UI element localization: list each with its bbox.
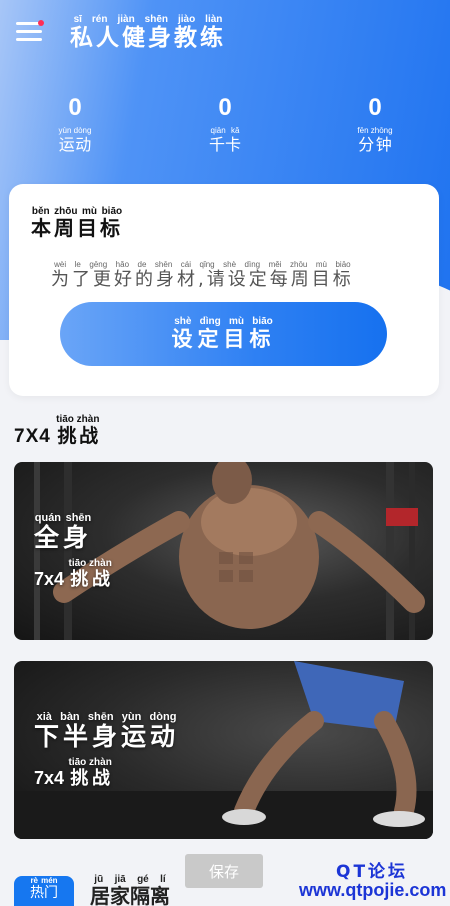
- stat-label-text: 运动: [58, 135, 92, 154]
- card-name-text: 下半身运动: [34, 722, 180, 751]
- challenge-card-full-body[interactable]: 全身quán shēn 7x4 挑战tiāo zhàn: [14, 462, 433, 640]
- card-name: 全身quán shēn: [34, 512, 112, 554]
- stat-value: 0: [218, 94, 232, 121]
- card-subtitle: 7x4 挑战tiāo zhàn: [34, 558, 112, 591]
- app-title-text: 私人健身教练: [70, 25, 226, 51]
- stat-label: 运动yùn dòng: [0, 126, 150, 155]
- stat-value: 0: [368, 94, 382, 121]
- app-title: 私人健身教练sī rén jiàn shēn jiào liàn: [70, 14, 226, 52]
- menu-line-icon: [16, 30, 42, 33]
- stat-label: 千卡qiān kǎ: [150, 126, 300, 155]
- card-name-text: 全身: [34, 523, 93, 552]
- card-title: 下半身运动xià bàn shēn yùn dòng 7x4 挑战tiāo zh…: [34, 711, 179, 790]
- stat-calories: 0 千卡qiān kǎ: [150, 94, 300, 155]
- watermark-url: www.qtpojie.com: [299, 880, 447, 900]
- card-sub-text: 挑战: [68, 768, 112, 789]
- card-name-pinyin: quán shēn: [34, 512, 93, 524]
- stat-label: 分钟fēn zhōng: [300, 126, 450, 155]
- goal-title-text: 本周目标: [31, 216, 123, 240]
- goal-description-text: 为了更好的身材,请设定每周目标: [51, 269, 354, 290]
- watermark-forum-name: QT论坛: [336, 862, 409, 882]
- challenge-section-title: 7X4 挑战tiāo zhàn: [14, 414, 99, 448]
- goal-description: 为了更好的身材,请设定每周目标wèi le gēng hǎo de shēn c…: [51, 260, 354, 291]
- card-sub-pinyin: tiāo zhàn: [68, 757, 112, 768]
- card-title: 全身quán shēn 7x4 挑战tiāo zhàn: [34, 512, 112, 591]
- stat-label-pinyin: yùn dòng: [58, 126, 92, 135]
- stats-row: 0 运动yùn dòng 0 千卡qiān kǎ 0 分钟fēn zhōng: [0, 94, 450, 155]
- card-sub-text: 挑战: [68, 569, 112, 590]
- goal-description-pinyin: wèi le gēng hǎo de shēn cái qǐng shè dìn…: [51, 260, 354, 269]
- card-sub-pinyin: tiāo zhàn: [68, 558, 112, 569]
- goal-title: 本周目标běn zhōu mù biāo: [31, 206, 123, 241]
- home-quarantine-heading: 居家隔离jū jiā gé lí: [90, 874, 170, 906]
- section-prefix: 7X4: [14, 426, 51, 447]
- notification-dot: [38, 20, 44, 26]
- goal-title-pinyin: běn zhōu mù biāo: [31, 206, 123, 217]
- stat-value: 0: [68, 94, 82, 121]
- card-subtitle: 7x4 挑战tiāo zhàn: [34, 757, 179, 790]
- hot-tag-pinyin: rè mén: [30, 876, 58, 885]
- stat-minutes: 0 分钟fēn zhōng: [300, 94, 450, 155]
- save-button[interactable]: 保存: [185, 854, 263, 888]
- set-goal-pinyin: shè dìng mù biāo: [171, 315, 276, 327]
- home-quarantine-pinyin: jū jiā gé lí: [90, 874, 170, 885]
- card-name-pinyin: xià bàn shēn yùn dòng: [34, 711, 180, 723]
- stat-label-text: 分钟: [357, 135, 393, 154]
- challenge-card-lower-body[interactable]: 下半身运动xià bàn shēn yùn dòng 7x4 挑战tiāo zh…: [14, 661, 433, 839]
- menu-line-icon: [16, 38, 42, 41]
- app-title-pinyin: sī rén jiàn shēn jiào liàn: [70, 14, 226, 25]
- weekly-goal-card: 本周目标běn zhōu mù biāo 为了更好的身材,请设定每周目标wèi …: [9, 184, 439, 396]
- home-quarantine-text: 居家隔离: [90, 884, 170, 906]
- stat-label-text: 千卡: [208, 135, 241, 154]
- set-goal-button[interactable]: 设定目标shè dìng mù biāo: [60, 302, 387, 366]
- card-sub-prefix: 7x4: [34, 569, 65, 589]
- set-goal-label: 设定目标: [171, 326, 276, 351]
- stat-label-pinyin: fēn zhōng: [357, 126, 393, 135]
- section-title-pinyin: tiāo zhàn: [56, 414, 100, 425]
- hot-tag: 热门rè mén: [14, 876, 74, 906]
- section-title-text: 挑战: [56, 425, 100, 447]
- card-sub-prefix: 7x4: [34, 768, 65, 788]
- stat-workouts: 0 运动yùn dòng: [0, 94, 150, 155]
- stat-label-pinyin: qiān kǎ: [208, 126, 241, 135]
- hot-tag-text: 热门: [30, 885, 58, 901]
- card-name: 下半身运动xià bàn shēn yùn dòng: [34, 711, 179, 753]
